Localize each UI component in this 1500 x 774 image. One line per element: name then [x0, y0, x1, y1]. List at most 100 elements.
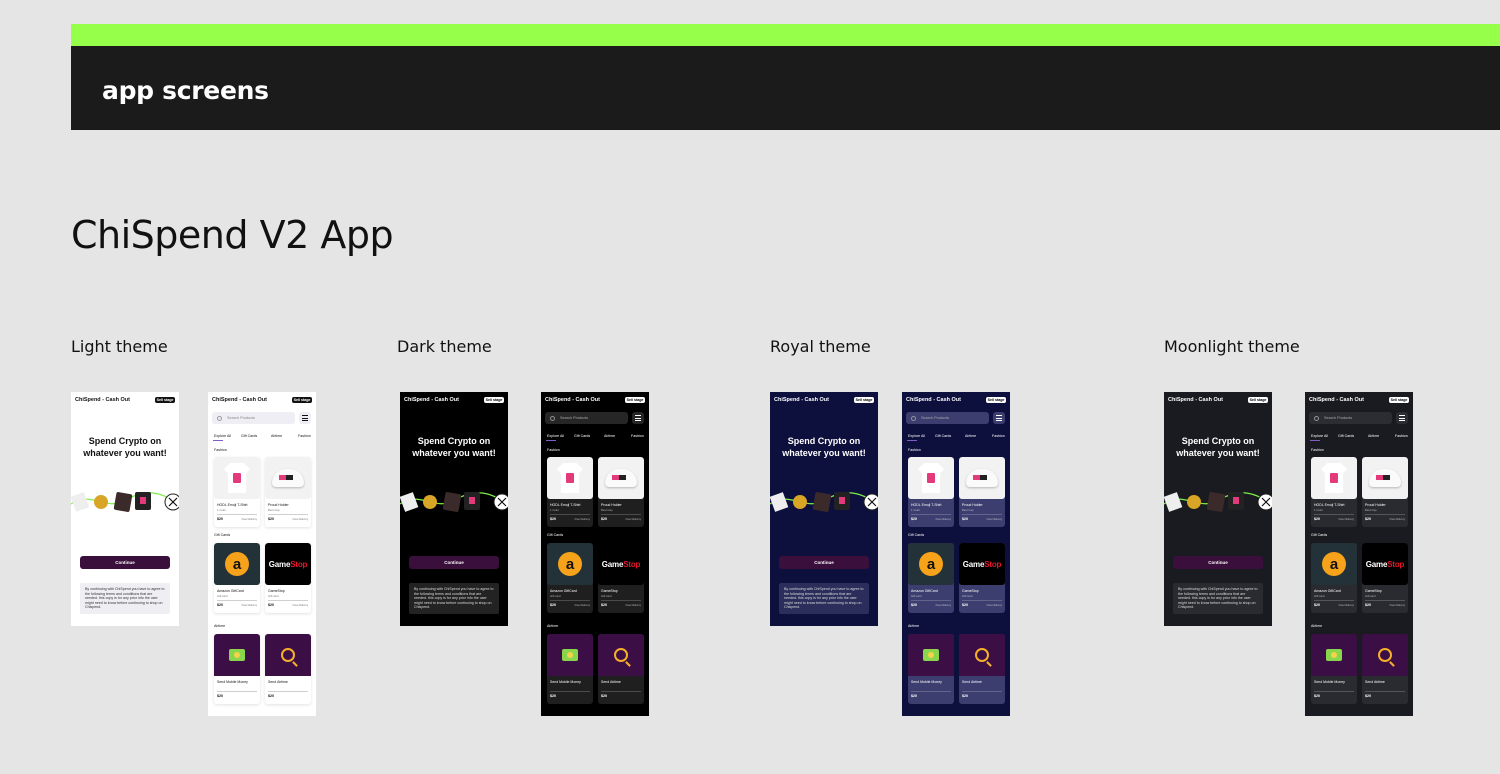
product-card-gamestop[interactable]: GameStop GameStop Gift card $20 Free Del…: [265, 543, 311, 613]
product-card-hodl-tshirt-subtitle: 1 Color: [217, 508, 227, 512]
product-card-mobile-money[interactable]: Send Mobile Money $20: [908, 634, 954, 704]
tab-2[interactable]: Airtime: [1368, 434, 1379, 438]
product-card-hodl-tshirt[interactable]: HODL Emoji T-Shirt 1 Color $20 Free Deli…: [547, 457, 593, 527]
product-card-send-airtime-price: $20: [268, 694, 274, 698]
product-card-amazon[interactable]: a Amazon GiftCard Gift card $20 Free Del…: [908, 543, 954, 613]
search-placeholder: Search Products: [227, 416, 256, 420]
app-header: ChiSpend - Cash Out Sell stage: [545, 396, 645, 406]
tab-1[interactable]: Gift Cards: [241, 434, 257, 438]
product-card-gamestop[interactable]: GameStop GameStop Gift card $20 Free Del…: [1362, 543, 1408, 613]
product-card-mobile-money-price: $20: [550, 694, 556, 698]
app-header: ChiSpend - Cash Out Sell stage: [774, 396, 874, 406]
product-card-amazon[interactable]: a Amazon GiftCard Gift card $20 Free Del…: [214, 543, 260, 613]
continue-button[interactable]: Continue: [409, 556, 499, 569]
product-card-mobile-money-image: [908, 634, 954, 676]
filter-button[interactable]: [632, 412, 644, 424]
filter-button[interactable]: [1396, 412, 1408, 424]
product-card-gamestop[interactable]: GameStop GameStop Gift card $20 Free Del…: [959, 543, 1005, 613]
search-icon: [911, 415, 916, 421]
tab-0[interactable]: Explore All: [214, 434, 231, 438]
product-card-send-airtime[interactable]: Send Airtime $20: [959, 634, 1005, 704]
product-card-send-airtime-name: Send Airtime: [1365, 680, 1385, 684]
amazon-icon: a: [225, 552, 249, 576]
product-card-proud-holder[interactable]: Proud Holder Best Cap $20 Free Delivery: [959, 457, 1005, 527]
product-card-proud-holder-name: Proud Holder: [1365, 503, 1386, 507]
section-gift-cards: Gift Cards: [547, 533, 564, 537]
product-card-proud-holder[interactable]: Proud Holder Best Cap $20 Free Delivery: [1362, 457, 1408, 527]
sell-stage-button[interactable]: Sell stage: [986, 397, 1006, 403]
tab-2[interactable]: Airtime: [604, 434, 615, 438]
category-tabs: Explore All Gift Cards Airtime Fashion: [212, 432, 312, 442]
product-card-mobile-money[interactable]: Send Mobile Money $20: [1311, 634, 1357, 704]
filter-button[interactable]: [993, 412, 1005, 424]
product-screen-light: ChiSpend - Cash Out Sell stage Search Pr…: [208, 392, 316, 716]
search-input[interactable]: Search Products: [212, 412, 295, 424]
tshirt-icon: [557, 463, 583, 493]
product-card-amazon[interactable]: a Amazon GiftCard Gift card $20 Free Del…: [1311, 543, 1357, 613]
tab-3[interactable]: Fashion: [1395, 434, 1408, 438]
sell-stage-button[interactable]: Sell stage: [625, 397, 645, 403]
product-card-hodl-tshirt-image: [1311, 457, 1357, 499]
tab-1[interactable]: Gift Cards: [1338, 434, 1354, 438]
tab-3[interactable]: Fashion: [298, 434, 311, 438]
product-card-send-airtime[interactable]: Send Airtime $20: [1362, 634, 1408, 704]
welcome-screen-dark: ChiSpend - Cash Out Sell stage Spend Cry…: [400, 392, 508, 626]
product-illustration-strip: [71, 492, 179, 512]
tab-0[interactable]: Explore All: [1311, 434, 1328, 438]
tab-3[interactable]: Fashion: [992, 434, 1005, 438]
hero-line-1: Spend Crypto on: [417, 436, 491, 446]
tab-2[interactable]: Airtime: [271, 434, 282, 438]
continue-button[interactable]: Continue: [779, 556, 869, 569]
sell-stage-button[interactable]: Sell stage: [292, 397, 312, 403]
tab-3[interactable]: Fashion: [631, 434, 644, 438]
search-input[interactable]: Search Products: [545, 412, 628, 424]
search-icon: [1314, 415, 1319, 421]
product-card-hodl-tshirt-price: $20: [911, 517, 917, 521]
active-tab-indicator: [907, 440, 917, 441]
product-card-send-airtime[interactable]: Send Airtime $20: [598, 634, 644, 704]
tab-0[interactable]: Explore All: [547, 434, 564, 438]
tab-1[interactable]: Gift Cards: [574, 434, 590, 438]
gamestop-icon: GameStop: [962, 559, 1002, 569]
app-header: ChiSpend - Cash Out Sell stage: [1168, 396, 1268, 406]
product-card-gamestop-name: GameStop: [1365, 589, 1382, 593]
product-card-amazon[interactable]: a Amazon GiftCard Gift card $20 Free Del…: [547, 543, 593, 613]
search-input[interactable]: Search Products: [906, 412, 989, 424]
product-card-gamestop-subtitle: Gift card: [962, 594, 973, 598]
amazon-icon: a: [1322, 552, 1346, 576]
hero-heading: Spend Crypto on whatever you want!: [770, 436, 878, 459]
app-title: ChiSpend - Cash Out: [1309, 397, 1364, 403]
product-card-mobile-money[interactable]: Send Mobile Money $20: [214, 634, 260, 704]
product-card-proud-holder[interactable]: Proud Holder Best Cap $20 Free Delivery: [598, 457, 644, 527]
hero-line-1: Spend Crypto on: [787, 436, 861, 446]
product-card-hodl-tshirt-subtitle: 1 Color: [1314, 508, 1324, 512]
filter-button[interactable]: [299, 412, 311, 424]
sell-stage-button[interactable]: Sell stage: [854, 397, 874, 403]
product-card-gamestop[interactable]: GameStop GameStop Gift card $20 Free Del…: [598, 543, 644, 613]
sell-stage-button[interactable]: Sell stage: [1389, 397, 1409, 403]
product-card-gamestop-subtitle: Gift card: [268, 594, 279, 598]
product-card-proud-holder[interactable]: Proud Holder Best Cap $20 Free Delivery: [265, 457, 311, 527]
tab-0[interactable]: Explore All: [908, 434, 925, 438]
product-card-hodl-tshirt[interactable]: HODL Emoji T-Shirt 1 Color $20 Free Deli…: [1311, 457, 1357, 527]
product-card-hodl-tshirt-delivery: Free Delivery: [935, 518, 951, 521]
sell-stage-button[interactable]: Sell stage: [155, 397, 175, 403]
tab-2[interactable]: Airtime: [965, 434, 976, 438]
product-card-mobile-money[interactable]: Send Mobile Money $20: [547, 634, 593, 704]
search-input[interactable]: Search Products: [1309, 412, 1392, 424]
section-fashion: Fashion: [214, 448, 227, 452]
product-card-hodl-tshirt[interactable]: HODL Emoji T-Shirt 1 Color $20 Free Deli…: [214, 457, 260, 527]
section-gift-cards: Gift Cards: [1311, 533, 1328, 537]
product-card-hodl-tshirt[interactable]: HODL Emoji T-Shirt 1 Color $20 Free Deli…: [908, 457, 954, 527]
terms-notice: By continuing with ChiSpend you have to …: [779, 583, 869, 614]
product-card-gamestop-delivery: Free Delivery: [292, 604, 308, 607]
product-card-hodl-tshirt-delivery: Free Delivery: [241, 518, 257, 521]
continue-button[interactable]: Continue: [80, 556, 170, 569]
sell-stage-button[interactable]: Sell stage: [1248, 397, 1268, 403]
continue-button[interactable]: Continue: [1173, 556, 1263, 569]
product-card-send-airtime[interactable]: Send Airtime $20: [265, 634, 311, 704]
amazon-icon: a: [919, 552, 943, 576]
tab-1[interactable]: Gift Cards: [935, 434, 951, 438]
product-card-proud-holder-price: $20: [601, 517, 607, 521]
sell-stage-button[interactable]: Sell stage: [484, 397, 504, 403]
